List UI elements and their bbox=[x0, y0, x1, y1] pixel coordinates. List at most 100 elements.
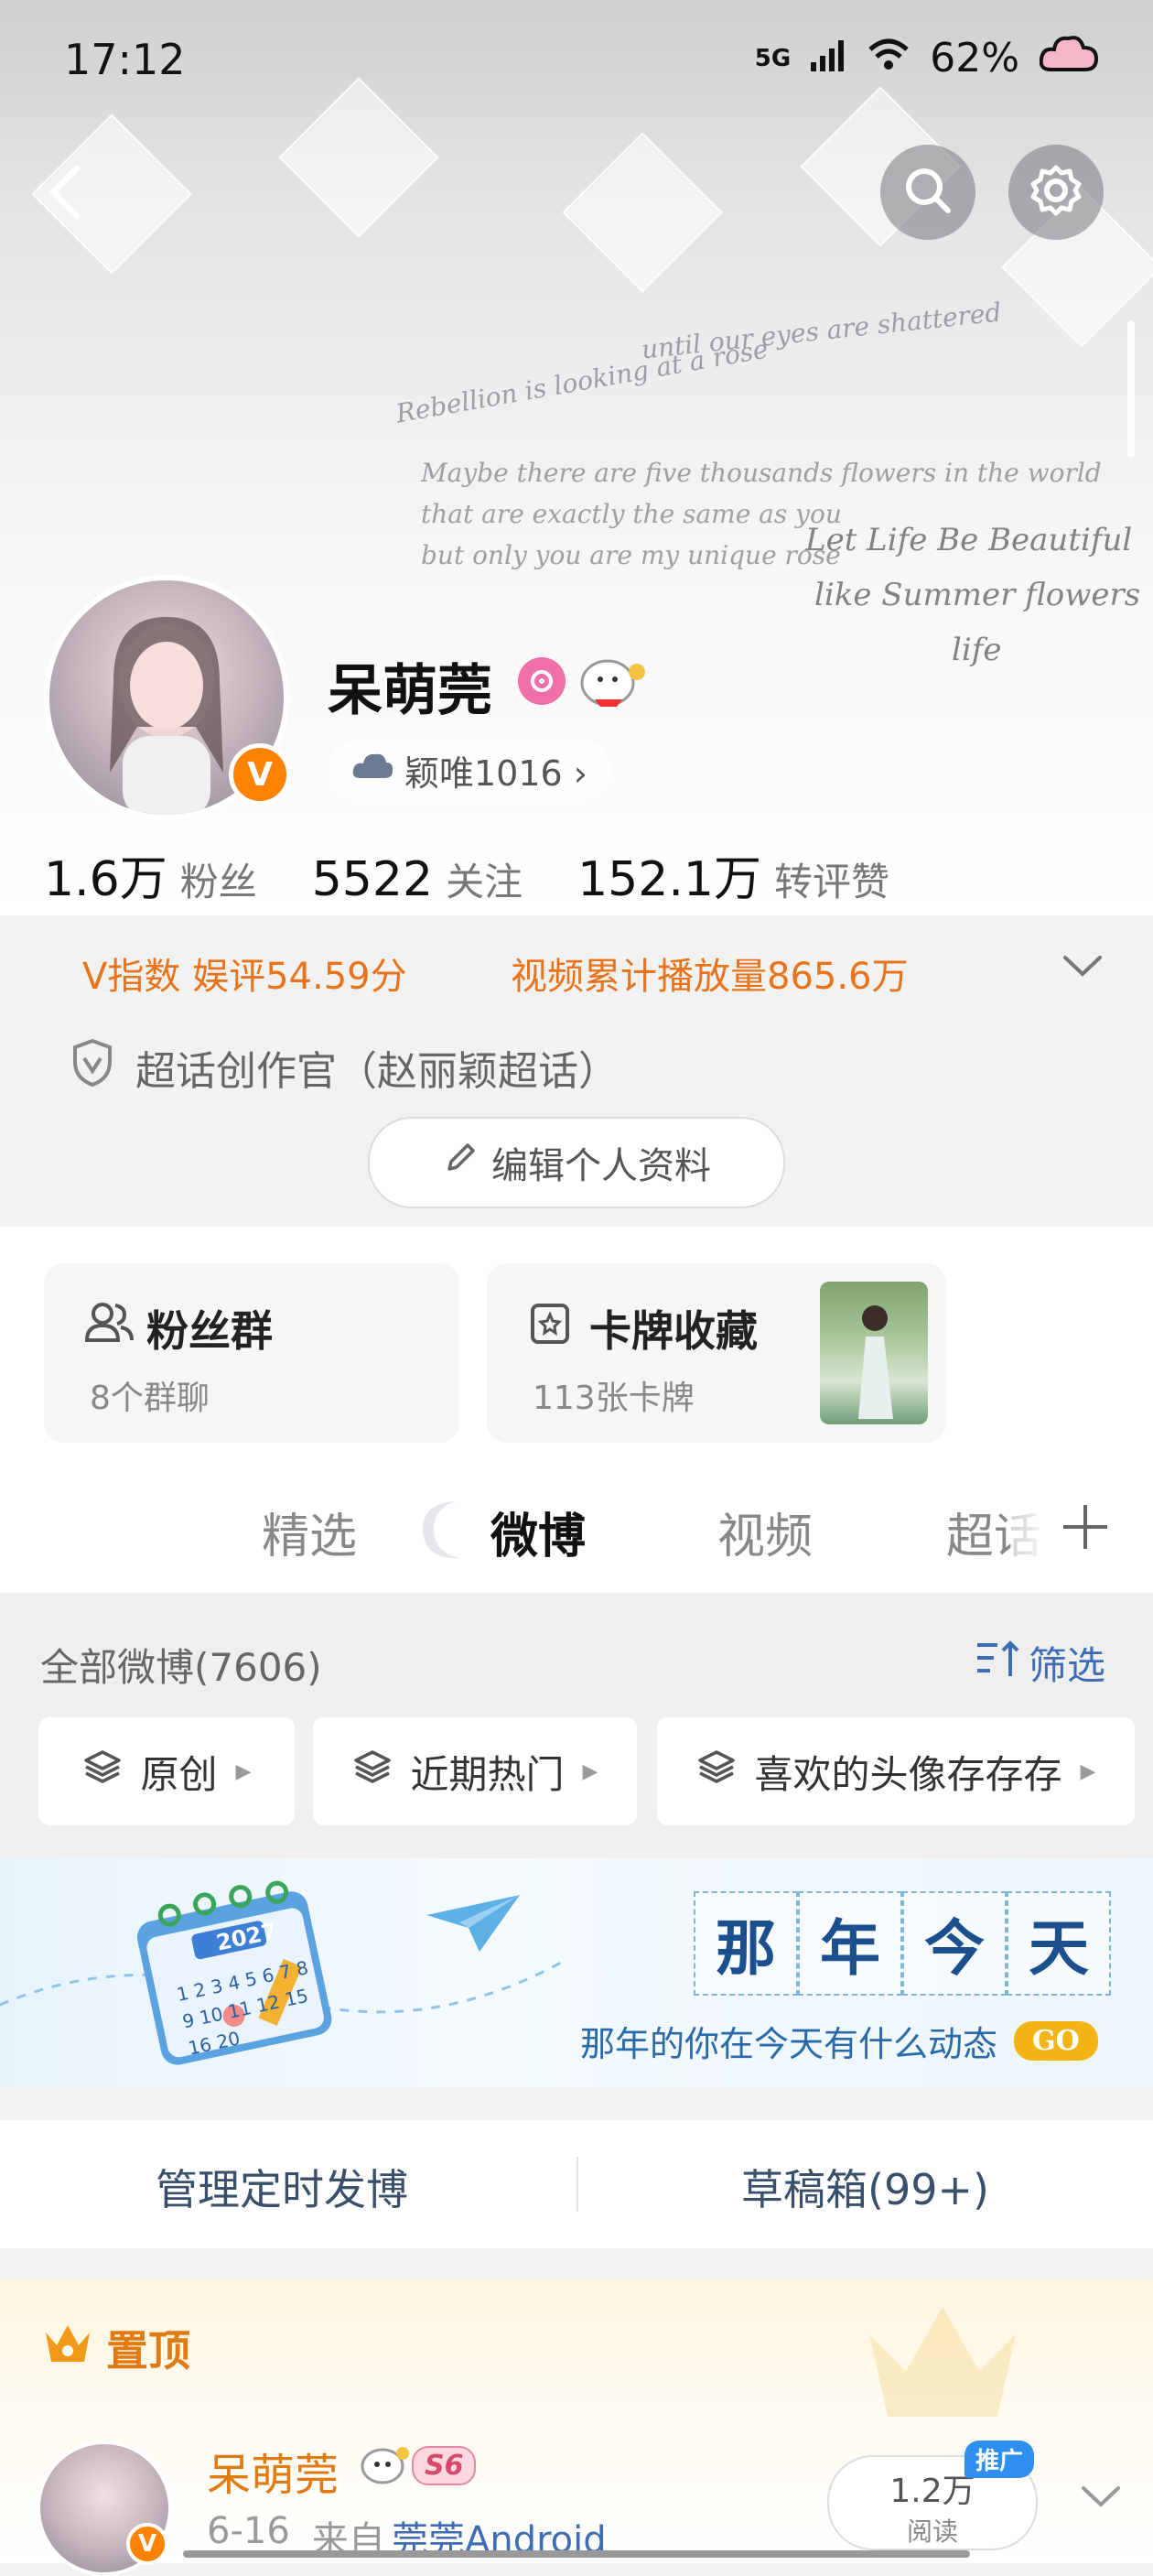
pill-label: 近期热门 bbox=[410, 1751, 565, 1797]
gear-icon bbox=[1029, 164, 1083, 221]
tab-featured[interactable]: 精选 bbox=[262, 1498, 357, 1566]
chevron-down-icon bbox=[1061, 956, 1104, 983]
crown-icon bbox=[42, 2322, 93, 2369]
home-indicator[interactable] bbox=[183, 2550, 970, 2558]
v-index-link[interactable]: V指数 娱评54.59分 bbox=[82, 947, 407, 1000]
tab-videos[interactable]: 视频 bbox=[717, 1498, 813, 1566]
cover-decoration bbox=[562, 132, 723, 293]
expand-info-button[interactable] bbox=[1061, 952, 1104, 983]
fan-group-sub: 8个群聊 bbox=[90, 1380, 210, 1417]
card-icon bbox=[527, 1300, 573, 1349]
cover-decoration bbox=[278, 77, 439, 238]
stat-value: 1.6万 bbox=[44, 852, 167, 907]
read-count-label: 阅读 bbox=[906, 2516, 958, 2547]
banner-subtitle-row: 那年的你在今天有什么动态 GO bbox=[580, 2016, 1098, 2066]
edit-profile-label: 编辑个人资料 bbox=[491, 1145, 711, 1187]
pill-label: 喜欢的头像存存存 bbox=[754, 1751, 1062, 1797]
shield-icon bbox=[71, 1038, 113, 1091]
search-button[interactable] bbox=[880, 145, 975, 240]
plus-icon bbox=[1058, 1499, 1113, 1558]
users-icon bbox=[84, 1300, 134, 1348]
paper-plane-icon bbox=[423, 1891, 523, 1959]
layers-icon bbox=[696, 1747, 737, 1796]
card-collection-sub: 113张卡牌 bbox=[533, 1380, 695, 1417]
profile-tabs: 精选 微博 视频 超话 bbox=[0, 1465, 1153, 1593]
cover-script: until our eyes are shattered bbox=[640, 297, 1003, 365]
member-icon[interactable] bbox=[518, 657, 566, 705]
promo-badge: 推广 bbox=[964, 2441, 1035, 2478]
verified-badge: V bbox=[229, 743, 291, 806]
sticker-icon[interactable] bbox=[576, 652, 650, 714]
card-collection-title: 卡牌收藏 bbox=[589, 1306, 758, 1356]
profile-name: 呆萌莞 bbox=[328, 659, 492, 723]
layers-icon bbox=[82, 1747, 123, 1796]
caret-right-icon: ▶ bbox=[1080, 1759, 1096, 1783]
profile-stats: 1.6万 粉丝 5522 关注 152.1万 转评赞 bbox=[44, 840, 889, 909]
status-time: 17:12 bbox=[64, 35, 186, 84]
battery-level: 62% bbox=[930, 35, 1019, 81]
filter-label: 筛选 bbox=[1029, 1643, 1106, 1688]
super-topic-label: 颖唯1016 › bbox=[404, 752, 587, 794]
pill-recent-hot[interactable]: 近期热门 ▶ bbox=[313, 1717, 637, 1825]
super-topic-chip[interactable]: 颖唯1016 › bbox=[328, 740, 611, 800]
stat-followers[interactable]: 1.6万 粉丝 bbox=[44, 840, 257, 909]
search-icon bbox=[902, 165, 954, 220]
pill-avatar-album[interactable]: 喜欢的头像存存存 ▶ bbox=[657, 1717, 1135, 1825]
status-icons: 5G 62% bbox=[754, 33, 1099, 83]
creator-title[interactable]: 超话创作官（赵丽颖超话） bbox=[135, 1038, 619, 1097]
pinned-post[interactable]: 置顶 V 呆萌莞 S6 6-16 来自 莞莞Android 1.2万 阅读 推广 bbox=[0, 2279, 1153, 2576]
caret-right-icon: ▶ bbox=[235, 1759, 252, 1783]
go-button[interactable]: GO bbox=[1014, 2021, 1098, 2061]
drafts-button[interactable]: 草稿箱(99+) bbox=[741, 2157, 989, 2217]
video-plays-link[interactable]: 视频累计播放量865.6万 bbox=[511, 947, 909, 1000]
stat-interactions[interactable]: 152.1万 转评赞 bbox=[577, 840, 889, 909]
fan-group-title: 粉丝群 bbox=[146, 1306, 273, 1356]
banner-char: 那 bbox=[694, 1891, 798, 1996]
card-thumbnail bbox=[820, 1282, 928, 1424]
signal-icon bbox=[811, 35, 847, 81]
banner-subtitle: 那年的你在今天有什么动态 bbox=[580, 2024, 998, 2064]
pill-original[interactable]: 原创 ▶ bbox=[38, 1717, 295, 1825]
on-this-day-banner[interactable]: 2027 1 2 3 4 5 6 7 8 9 10 11 12 15 16 20… bbox=[0, 1858, 1153, 2087]
sort-icon bbox=[974, 1638, 1021, 1689]
card-collection-card[interactable]: 卡牌收藏 113张卡牌 bbox=[487, 1263, 946, 1443]
cover-script: like Summer flowers bbox=[814, 577, 1141, 613]
sticker-icon bbox=[359, 2441, 410, 2490]
pencil-icon bbox=[442, 1140, 479, 1185]
banner-char: 天 bbox=[1007, 1891, 1111, 1996]
stat-label: 转评赞 bbox=[773, 860, 889, 904]
divider bbox=[576, 2157, 578, 2212]
banner-char: 年 bbox=[798, 1891, 902, 1996]
all-weibo-count: 全部微博(7606) bbox=[40, 1645, 322, 1690]
stat-label: 粉丝 bbox=[179, 860, 257, 904]
back-button[interactable] bbox=[37, 156, 92, 233]
post-author-name[interactable]: 呆萌莞 bbox=[207, 2439, 339, 2503]
cover-script: that are exactly the same as you bbox=[421, 499, 842, 529]
banner-char: 今 bbox=[902, 1891, 1007, 1996]
cloud-app-icon bbox=[1039, 33, 1099, 83]
caret-right-icon: ▶ bbox=[582, 1759, 598, 1783]
network-label: 5G bbox=[754, 44, 792, 72]
banner-title: 那 年 今 天 bbox=[694, 1891, 1111, 1996]
cover-script: life bbox=[952, 632, 1002, 668]
cover-scroll-indicator bbox=[1127, 320, 1135, 458]
moon-icon bbox=[403, 1492, 476, 1569]
crown-watermark-icon bbox=[860, 2298, 1025, 2439]
pill-label: 原创 bbox=[140, 1751, 218, 1797]
scheduled-posts-button[interactable]: 管理定时发博 bbox=[156, 2157, 408, 2217]
stat-following[interactable]: 5522 关注 bbox=[312, 851, 523, 907]
edit-profile-button[interactable]: 编辑个人资料 bbox=[368, 1117, 785, 1208]
settings-button[interactable] bbox=[1008, 145, 1104, 240]
pinned-label: 置顶 bbox=[106, 2326, 190, 2376]
stat-label: 关注 bbox=[446, 860, 523, 904]
cover-script: Maybe there are five thousands flowers i… bbox=[421, 458, 1102, 488]
add-tab-button[interactable] bbox=[1010, 1465, 1153, 1593]
stat-value: 152.1万 bbox=[577, 852, 761, 907]
fan-group-card[interactable]: 粉丝群 8个群聊 bbox=[44, 1263, 459, 1443]
level-badge: S6 bbox=[412, 2446, 477, 2485]
tab-weibo[interactable]: 微博 bbox=[490, 1498, 586, 1566]
chevron-down-icon[interactable] bbox=[1080, 2483, 1122, 2514]
stat-value: 5522 bbox=[311, 852, 434, 907]
cover-script: but only you are my unique rose bbox=[421, 540, 841, 570]
filter-button[interactable]: 筛选 bbox=[974, 1635, 1105, 1691]
